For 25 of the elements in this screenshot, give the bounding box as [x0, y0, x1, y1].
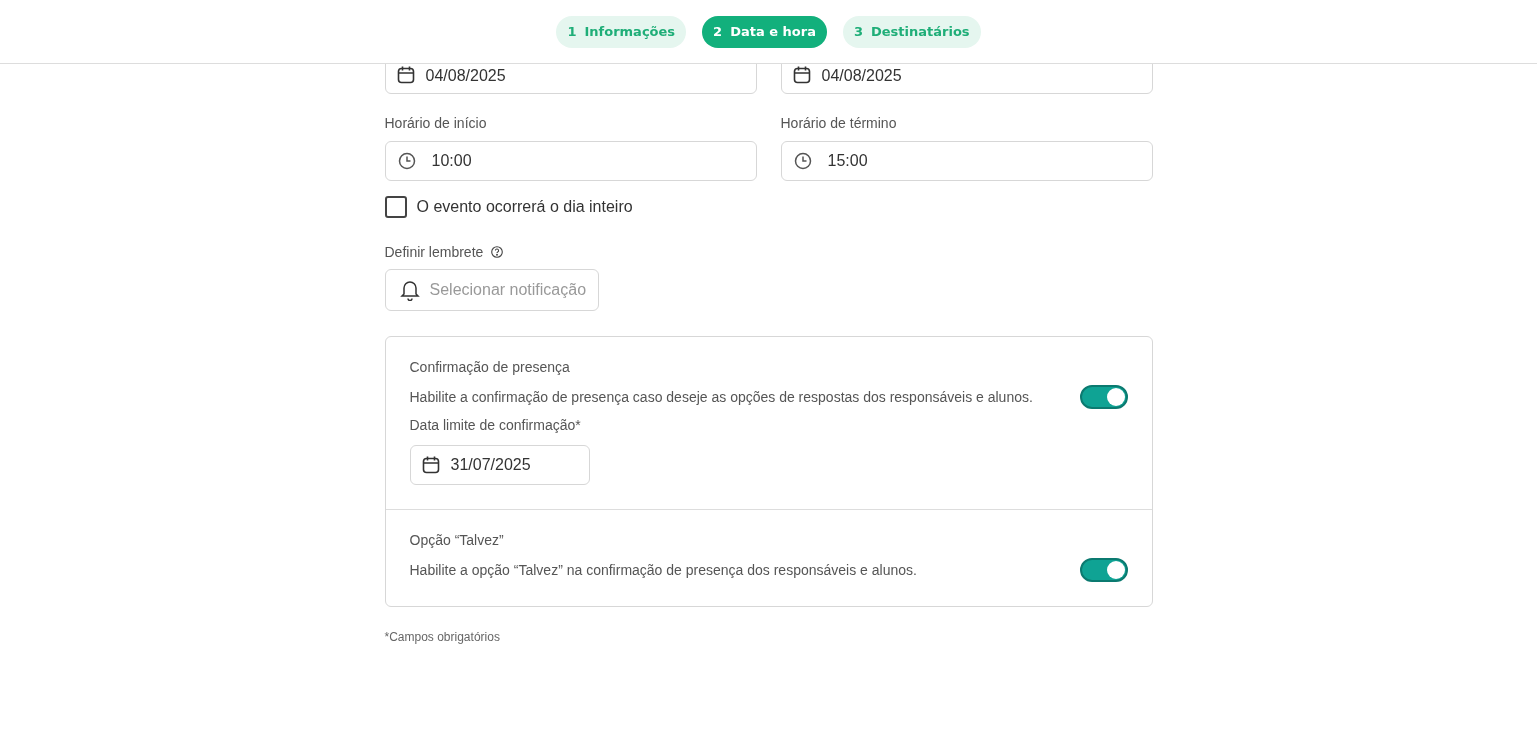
checkbox-label: O evento ocorrerá o dia inteiro	[416, 198, 633, 216]
calendar-icon	[395, 65, 416, 85]
calendar-icon	[791, 65, 812, 85]
field-label: Horário de início	[384, 115, 488, 132]
option-title: Confirmação de presença	[409, 359, 571, 376]
option-description: Habilite a confirmação de presença caso deseje as opções de respostas dos responsáveis e alunos.	[409, 389, 1034, 406]
field-label: Data limite de confirmação*	[409, 417, 582, 434]
date-field[interactable]: 04/08/2025	[384, 64, 757, 94]
calendar-icon	[420, 455, 441, 475]
time-field[interactable]: 15:00	[780, 141, 1153, 181]
date-field[interactable]: 04/08/2025	[780, 64, 1153, 94]
clock-icon	[397, 152, 416, 170]
toggle-switch[interactable]	[1079, 385, 1128, 409]
help-icon[interactable]	[491, 245, 504, 258]
checkbox[interactable]	[384, 196, 407, 218]
option-title: Opção “Talvez”	[409, 532, 505, 549]
field-label: Definir lembrete	[384, 243, 484, 260]
date-field[interactable]: 31/07/2025	[409, 445, 590, 485]
field-label: Horário de término	[780, 115, 898, 132]
clock-icon	[793, 152, 812, 170]
time-field[interactable]: 10:00	[384, 141, 757, 181]
option-description: Habilite a opção “Talvez” na confirmação de presença dos responsáveis e alunos.	[409, 562, 918, 579]
required-note: *Campos obrigatórios	[384, 630, 501, 644]
toggle-switch[interactable]	[1079, 558, 1128, 582]
bell-icon	[399, 279, 420, 301]
